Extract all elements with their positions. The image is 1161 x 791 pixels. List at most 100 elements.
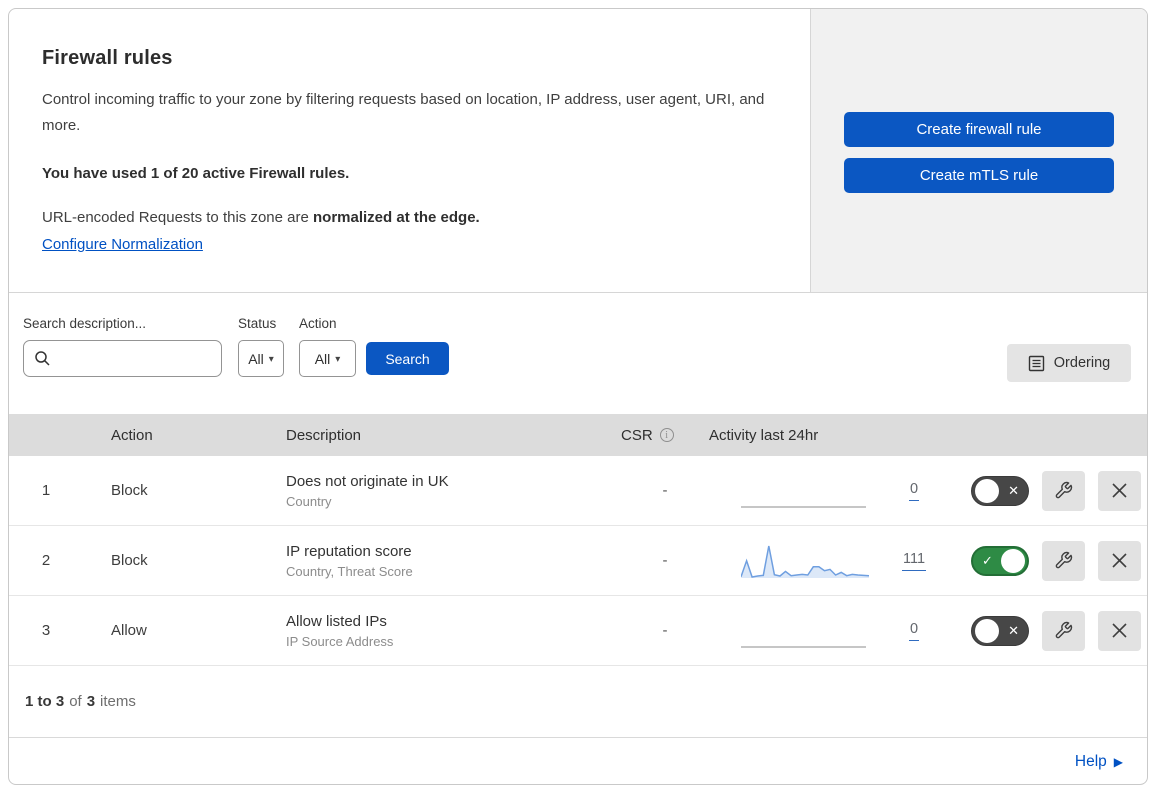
table-row: 1 Block Does not originate in UK Country… xyxy=(9,456,1147,526)
row-index: 2 xyxy=(41,552,51,569)
activity-count-link[interactable]: 0 xyxy=(908,621,920,641)
enable-toggle[interactable]: ✕ xyxy=(971,615,1029,646)
total-count: 3 xyxy=(86,693,96,710)
filter-bar: Search description... Status All ▾ Actio… xyxy=(9,293,1147,414)
help-bar: Help ▶ xyxy=(9,738,1147,784)
close-icon xyxy=(1112,623,1127,638)
wrench-icon xyxy=(1055,551,1073,569)
check-icon: ✓ xyxy=(982,552,993,568)
wrench-icon xyxy=(1055,621,1073,639)
search-field: Search description... xyxy=(23,316,222,377)
firewall-rules-card: Firewall rules Control incoming traffic … xyxy=(8,8,1148,785)
close-icon xyxy=(1112,483,1127,498)
row-csr: - xyxy=(662,552,668,569)
create-firewall-rule-button[interactable]: Create firewall rule xyxy=(844,112,1114,147)
normalization-text: URL-encoded Requests to this zone are xyxy=(42,209,313,226)
chevron-down-icon: ▾ xyxy=(335,354,341,365)
header-actions-panel: Create firewall rule Create mTLS rule xyxy=(810,9,1147,292)
row-description: IP reputation score xyxy=(286,542,412,560)
delete-rule-button[interactable] xyxy=(1098,540,1141,581)
row-description: Does not originate in UK xyxy=(286,472,449,490)
activity-sparkline xyxy=(741,505,866,508)
row-index: 1 xyxy=(41,482,51,499)
activity-sparkline xyxy=(741,545,869,578)
row-fields: Country, Threat Score xyxy=(286,563,413,579)
ordering-label: Ordering xyxy=(1053,355,1111,371)
table-row: 3 Allow Allow listed IPs IP Source Addre… xyxy=(9,596,1147,666)
list-icon xyxy=(1028,355,1044,371)
toggle-knob xyxy=(975,618,999,643)
activity-cell xyxy=(709,542,884,580)
column-action: Action xyxy=(111,426,153,444)
row-description-cell: Does not originate in UK Country xyxy=(286,473,621,509)
activity-cell xyxy=(709,472,884,510)
delete-rule-button[interactable] xyxy=(1098,470,1141,511)
normalization-bold: normalized at the edge. xyxy=(313,209,480,226)
wrench-icon xyxy=(1055,481,1073,499)
x-icon: ✕ xyxy=(1008,482,1019,498)
row-description-cell: Allow listed IPs IP Source Address xyxy=(286,613,621,649)
activity-count-link[interactable]: 111 xyxy=(901,551,927,571)
ordering-button[interactable]: Ordering xyxy=(1007,344,1131,382)
enable-toggle[interactable]: ✕ xyxy=(971,475,1029,506)
edit-rule-button[interactable] xyxy=(1042,540,1085,581)
delete-rule-button[interactable] xyxy=(1098,610,1141,651)
pagination-summary: 1 to 3 of 3 items xyxy=(9,666,1147,738)
create-mtls-rule-button[interactable]: Create mTLS rule xyxy=(844,158,1114,193)
column-description: Description xyxy=(286,426,362,444)
help-link[interactable]: Help ▶ xyxy=(1075,753,1123,771)
search-input[interactable] xyxy=(23,340,222,377)
row-controls: ✕ xyxy=(944,470,1147,511)
edit-rule-button[interactable] xyxy=(1042,610,1085,651)
range-text: 1 to 3 xyxy=(25,693,65,710)
page-title: Firewall rules xyxy=(42,47,173,69)
toggle-knob xyxy=(1001,548,1025,573)
usage-note: You have used 1 of 20 active Firewall ru… xyxy=(42,165,350,182)
x-icon: ✕ xyxy=(1008,622,1019,638)
arrow-right-icon: ▶ xyxy=(1113,755,1123,769)
toggle-knob xyxy=(975,478,999,503)
row-description-cell: IP reputation score Country, Threat Scor… xyxy=(286,543,621,579)
row-index: 3 xyxy=(41,622,51,639)
row-csr: - xyxy=(662,482,668,499)
column-csr: CSR i xyxy=(621,427,709,444)
row-csr: - xyxy=(662,622,668,639)
action-filter: Action All ▾ xyxy=(299,316,356,377)
help-label: Help xyxy=(1074,753,1107,770)
table-row: 2 Block IP reputation score Country, Thr… xyxy=(9,526,1147,596)
action-dropdown[interactable]: All ▾ xyxy=(299,340,356,377)
column-activity: Activity last 24hr xyxy=(709,426,819,444)
table-body: 1 Block Does not originate in UK Country… xyxy=(9,456,1147,666)
edit-rule-button[interactable] xyxy=(1042,470,1085,511)
row-fields: IP Source Address xyxy=(286,633,394,649)
status-filter: Status All ▾ xyxy=(238,316,284,377)
activity-cell xyxy=(709,612,884,650)
activity-count-link[interactable]: 0 xyxy=(908,481,920,501)
chevron-down-icon: ▾ xyxy=(268,354,274,365)
header-section: Firewall rules Control incoming traffic … xyxy=(9,9,1147,293)
status-dropdown[interactable]: All ▾ xyxy=(238,340,284,377)
header-text-block: Firewall rules Control incoming traffic … xyxy=(9,9,810,292)
search-button[interactable]: Search xyxy=(366,342,449,375)
action-value: All xyxy=(314,350,331,367)
row-action: Block xyxy=(111,552,148,569)
row-fields: Country xyxy=(286,493,332,509)
search-icon xyxy=(35,351,50,366)
action-label: Action xyxy=(299,316,337,331)
row-controls: ✕ xyxy=(944,610,1147,651)
row-description: Allow listed IPs xyxy=(286,612,387,630)
search-label: Search description... xyxy=(23,316,147,331)
row-action: Block xyxy=(111,482,148,499)
close-icon xyxy=(1112,553,1127,568)
of-text: of xyxy=(69,693,82,710)
info-icon[interactable]: i xyxy=(659,428,674,442)
status-label: Status xyxy=(238,316,277,331)
normalization-note: URL-encoded Requests to this zone are no… xyxy=(42,209,770,226)
enable-toggle[interactable]: ✓ xyxy=(971,545,1029,576)
activity-sparkline xyxy=(741,645,866,648)
table-header: Action Description CSR i Activity last 2… xyxy=(9,414,1147,456)
status-value: All xyxy=(248,350,264,367)
configure-normalization-link[interactable]: Configure Normalization xyxy=(42,236,203,253)
row-action: Allow xyxy=(111,622,147,639)
page-description: Control incoming traffic to your zone by… xyxy=(42,91,765,134)
